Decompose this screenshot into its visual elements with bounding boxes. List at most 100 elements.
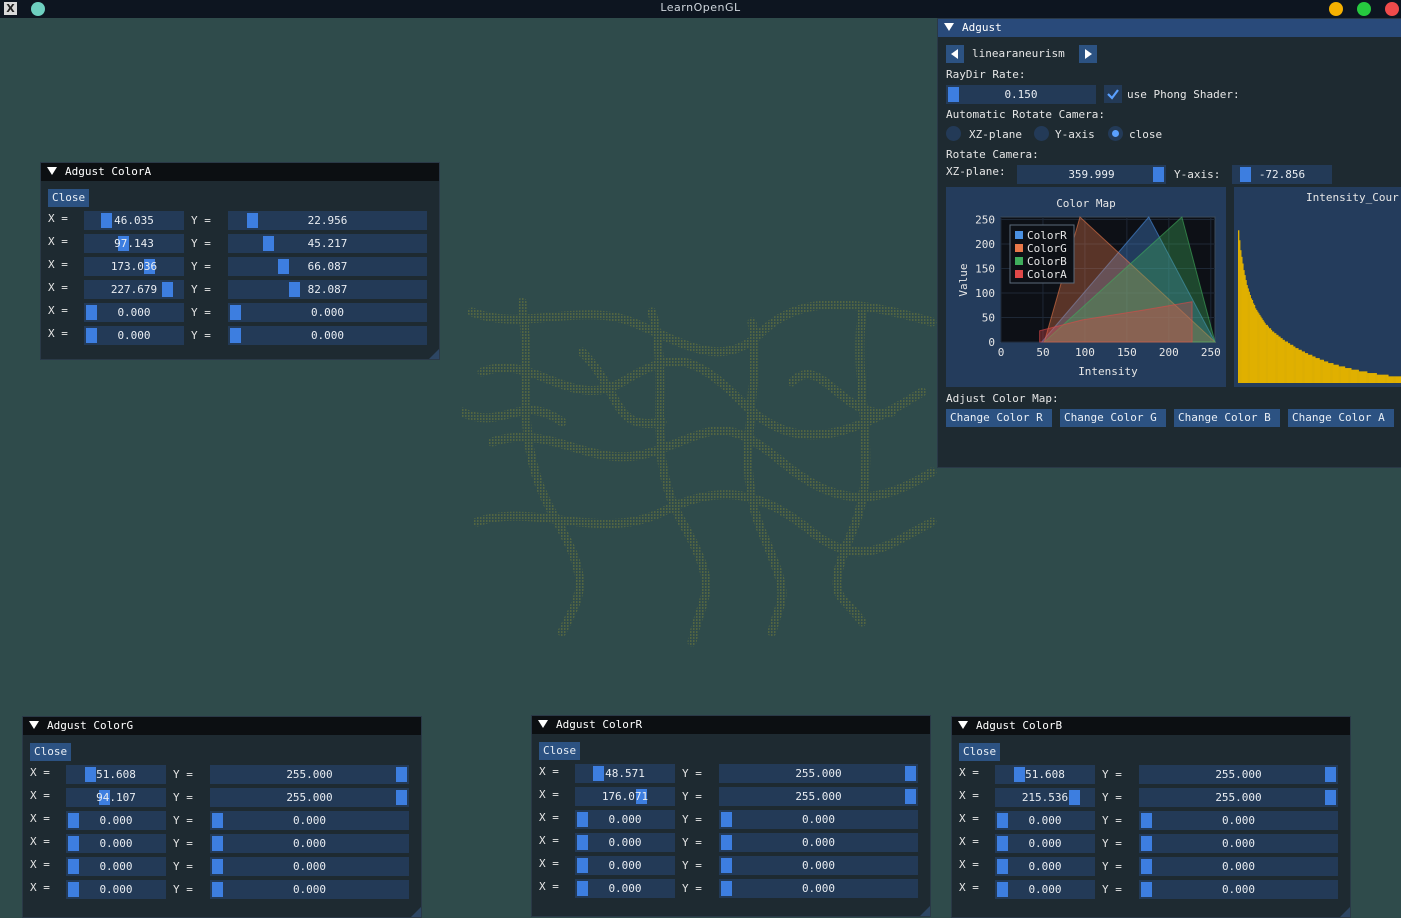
x-slider[interactable]: 48.571 — [575, 764, 675, 783]
x-slider[interactable]: 227.679 — [84, 280, 184, 299]
change-color-b-button[interactable]: Change Color B — [1174, 409, 1280, 427]
x-slider[interactable]: 215.536 — [995, 788, 1095, 807]
radio-xz-plane[interactable] — [946, 126, 961, 141]
y-slider[interactable]: 255.000 — [719, 787, 918, 806]
y-slider[interactable]: 255.000 — [1139, 765, 1338, 784]
x-slider[interactable]: 0.000 — [575, 833, 675, 852]
resize-grip[interactable] — [429, 349, 439, 359]
x-slider[interactable]: 173.036 — [84, 257, 184, 276]
x-slider[interactable]: 51.608 — [66, 765, 166, 784]
legend-swatch — [1015, 244, 1023, 252]
y-slider[interactable]: 0.000 — [1139, 880, 1338, 899]
maximize-button[interactable] — [1357, 2, 1371, 16]
radio-y-axis-label: Y-axis — [1055, 128, 1095, 141]
y-slider[interactable]: 255.000 — [719, 764, 918, 783]
close-window-button[interactable] — [1385, 2, 1399, 16]
y-slider[interactable]: 0.000 — [210, 880, 409, 899]
y-slider[interactable]: 82.087 — [228, 280, 427, 299]
adjust-panel-title[interactable]: Adgust — [938, 19, 1401, 37]
x-slider[interactable]: 0.000 — [575, 879, 675, 898]
y-tick-label: 100 — [975, 287, 995, 300]
x-value: 227.679 — [110, 283, 158, 296]
panel-title[interactable]: Adgust ColorA — [41, 163, 439, 181]
y-slider[interactable]: 0.000 — [210, 811, 409, 830]
close-button[interactable]: Close — [30, 743, 72, 761]
phong-checkbox[interactable] — [1104, 85, 1122, 103]
x-slider[interactable]: 0.000 — [66, 857, 166, 876]
y-slider[interactable]: 0.000 — [228, 303, 427, 322]
x-slider[interactable]: 0.000 — [995, 857, 1095, 876]
x-slider[interactable]: 46.035 — [84, 211, 184, 230]
xz-plane-slider[interactable]: 359.999 — [1017, 165, 1166, 184]
adjust-color-a-panel: Adgust ColorA Close X = 46.035 Y = 22.956 X = 9… — [40, 162, 440, 360]
next-dataset-button[interactable] — [1079, 45, 1097, 63]
y-row-label: Y = — [191, 260, 211, 273]
y-slider[interactable]: 255.000 — [210, 788, 409, 807]
x-tick-label: 0 — [998, 346, 1005, 359]
y-value: 0.000 — [1221, 883, 1256, 896]
x-slider[interactable]: 0.000 — [84, 303, 184, 322]
y-tick-label: 250 — [975, 213, 995, 226]
y-axis-slider[interactable]: -72.856 — [1232, 165, 1332, 184]
close-button[interactable]: Close — [48, 189, 90, 207]
checkmark-icon — [1107, 89, 1119, 100]
x-slider[interactable]: 0.000 — [66, 811, 166, 830]
x-slider[interactable]: 0.000 — [995, 880, 1095, 899]
x-slider[interactable]: 94.107 — [66, 788, 166, 807]
x-slider[interactable]: 176.071 — [575, 787, 675, 806]
x-slider[interactable]: 0.000 — [995, 811, 1095, 830]
change-color-a-button[interactable]: Change Color A — [1288, 409, 1394, 427]
change-color-r-button[interactable]: Change Color R — [946, 409, 1052, 427]
collapse-icon[interactable] — [944, 23, 954, 31]
radio-close[interactable] — [1108, 126, 1123, 141]
collapse-icon[interactable] — [47, 167, 57, 175]
resize-grip[interactable] — [1340, 907, 1350, 917]
x-value: 0.000 — [117, 306, 151, 319]
raydir-slider[interactable]: 0.150 — [946, 85, 1096, 104]
y-slider[interactable]: 0.000 — [228, 326, 427, 345]
x-slider[interactable]: 0.000 — [995, 834, 1095, 853]
y-slider[interactable]: 45.217 — [228, 234, 427, 253]
x-slider[interactable]: 97.143 — [84, 234, 184, 253]
y-slider[interactable]: 0.000 — [719, 856, 918, 875]
x-slider[interactable]: 0.000 — [66, 880, 166, 899]
y-slider[interactable]: 0.000 — [210, 834, 409, 853]
collapse-icon[interactable] — [538, 720, 548, 728]
y-row-label: Y = — [1102, 883, 1122, 896]
x-slider[interactable]: 51.608 — [995, 765, 1095, 784]
collapse-icon[interactable] — [958, 721, 968, 729]
intensity-plot[interactable]: Intensity_Cour — [1234, 187, 1401, 387]
y-slider[interactable]: 0.000 — [719, 810, 918, 829]
x-slider[interactable]: 0.000 — [66, 834, 166, 853]
change-color-g-button[interactable]: Change Color G — [1060, 409, 1166, 427]
y-slider[interactable]: 0.000 — [1139, 811, 1338, 830]
x-value: 176.071 — [601, 790, 649, 803]
panel-title[interactable]: Adgust ColorB — [952, 717, 1350, 735]
y-slider[interactable]: 66.087 — [228, 257, 427, 276]
resize-grip[interactable] — [411, 907, 421, 917]
panel-title[interactable]: Adgust ColorR — [532, 716, 930, 734]
y-slider[interactable]: 0.000 — [719, 833, 918, 852]
y-slider[interactable]: 0.000 — [210, 857, 409, 876]
x-slider[interactable]: 0.000 — [575, 810, 675, 829]
prev-dataset-button[interactable] — [946, 45, 964, 63]
close-button[interactable]: Close — [539, 742, 581, 760]
y-slider[interactable]: 255.000 — [1139, 788, 1338, 807]
y-value: 255.000 — [286, 791, 333, 804]
color-map-plot[interactable]: Color Map 0 50 100 150 200 250 0 50 100 150 200 250… — [946, 187, 1226, 387]
y-slider[interactable]: 0.000 — [1139, 857, 1338, 876]
x-slider[interactable]: 0.000 — [84, 326, 184, 345]
x-slider[interactable]: 0.000 — [575, 856, 675, 875]
collapse-icon[interactable] — [29, 721, 39, 729]
y-slider[interactable]: 22.956 — [228, 211, 427, 230]
radio-y-axis[interactable] — [1034, 126, 1049, 141]
minimize-button[interactable] — [1329, 2, 1343, 16]
y-slider[interactable]: 0.000 — [1139, 834, 1338, 853]
y-slider[interactable]: 255.000 — [210, 765, 409, 784]
panel-title[interactable]: Adgust ColorG — [23, 717, 421, 735]
chart-title: Intensity_Cour — [1306, 191, 1399, 204]
y-slider[interactable]: 0.000 — [719, 879, 918, 898]
y-row-label: Y = — [1102, 791, 1122, 804]
resize-grip[interactable] — [920, 906, 930, 916]
close-button[interactable]: Close — [959, 743, 1001, 761]
